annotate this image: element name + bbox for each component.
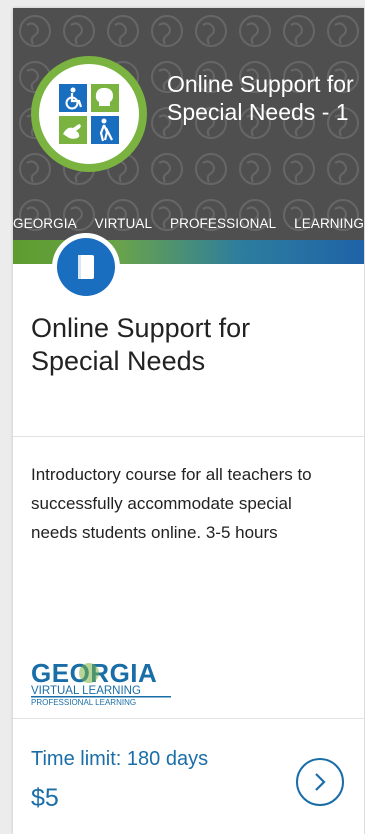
- course-card[interactable]: Online Support for Special Needs - 1 GEO…: [13, 8, 364, 834]
- course-title[interactable]: Online Support for Special Needs: [31, 312, 341, 378]
- provider-logo: GEORGIA VIRTUAL LEARNING PROFESSIONAL LE…: [31, 658, 191, 713]
- banner-footer-word: VIRTUAL: [94, 216, 153, 231]
- course-type-badge: [52, 233, 120, 301]
- provider-logo-line3: PROFESSIONAL LEARNING: [31, 698, 136, 707]
- divider: [13, 718, 364, 719]
- time-limit: Time limit: 180 days: [31, 748, 209, 770]
- course-type-badge-fill: [57, 238, 115, 296]
- book-icon: [78, 255, 94, 279]
- course-banner: Online Support for Special Needs - 1 GEO…: [13, 8, 364, 264]
- divider: [13, 436, 364, 437]
- course-description: Introductory course for all teachers to …: [31, 465, 312, 542]
- globe-icon: [79, 663, 99, 683]
- chevron-right-icon: [315, 773, 326, 791]
- accessibility-icon-grid: [59, 84, 119, 144]
- price: $5: [31, 784, 59, 812]
- georgia-virtual-learning-logo: GEORGIA VIRTUAL LEARNING PROFESSIONAL LE…: [31, 658, 171, 707]
- banner-footer: GEORGIA VIRTUAL PROFESSIONAL LEARNING: [13, 216, 364, 231]
- go-to-course-button[interactable]: [296, 758, 344, 806]
- provider-logo-line2: VIRTUAL LEARNING: [31, 685, 141, 697]
- banner-footer-word: PROFESSIONAL: [170, 216, 277, 231]
- banner-footer-word: LEARNING: [294, 216, 364, 231]
- special-needs-logo: [31, 56, 147, 172]
- banner-footer-word: GEORGIA: [13, 216, 77, 231]
- banner-title: Online Support for Special Needs - 1: [167, 71, 354, 125]
